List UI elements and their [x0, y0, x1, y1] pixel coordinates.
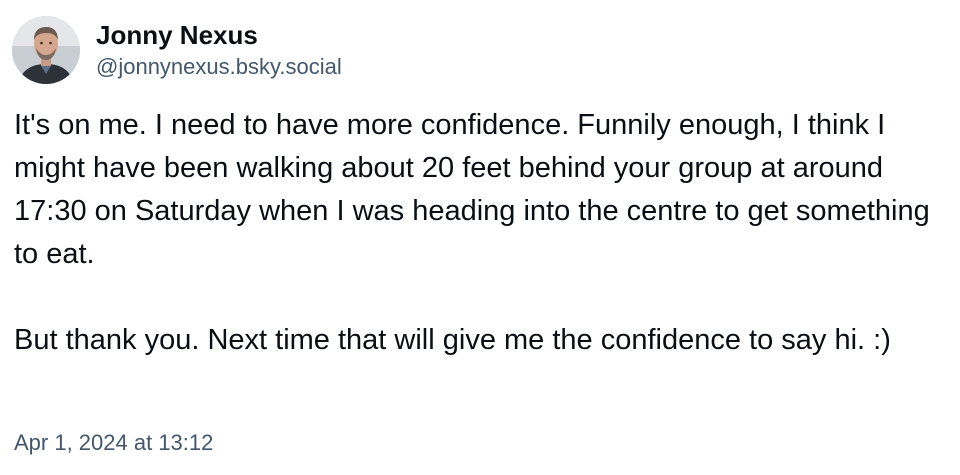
post-card: Jonny Nexus @jonnynexus.bsky.social It's… [0, 0, 960, 475]
post-text: It's on me. I need to have more confiden… [14, 104, 944, 362]
author-display-name[interactable]: Jonny Nexus [96, 18, 342, 52]
post-header: Jonny Nexus @jonnynexus.bsky.social [12, 16, 342, 84]
author-handle[interactable]: @jonnynexus.bsky.social [96, 52, 342, 82]
post-paragraph: But thank you. Next time that will give … [14, 324, 891, 356]
avatar[interactable] [12, 16, 80, 84]
post-timestamp[interactable]: Apr 1, 2024 at 13:12 [14, 428, 213, 458]
post-paragraph: It's on me. I need to have more confiden… [14, 109, 930, 270]
author-names: Jonny Nexus @jonnynexus.bsky.social [96, 18, 342, 82]
user-avatar-icon [12, 16, 80, 84]
